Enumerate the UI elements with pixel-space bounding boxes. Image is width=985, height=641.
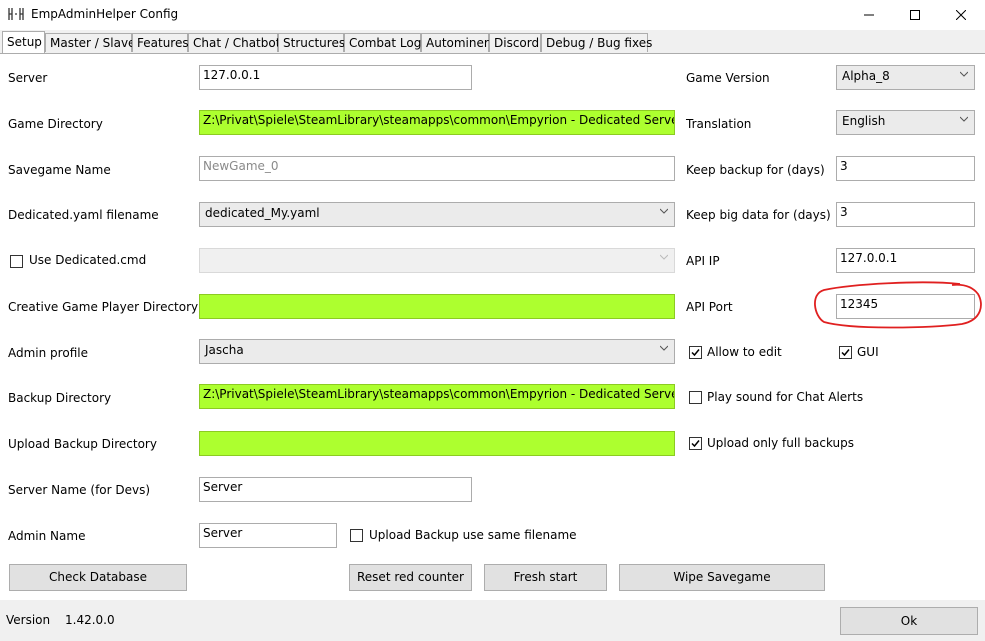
play-sound-checkbox[interactable] [689,391,702,404]
close-icon [956,10,966,20]
checkmark-icon [691,440,700,448]
admin-profile-value: Jascha [205,343,244,357]
fresh-start-button[interactable]: Fresh start [484,564,607,591]
chevron-down-icon [660,254,668,260]
ok-button[interactable]: Ok [840,607,978,635]
gui-checkbox[interactable] [839,346,852,359]
translation-value: English [842,114,886,128]
upload-same-filename-label: Upload Backup use same filename [369,528,577,542]
tab-features[interactable]: Features [132,33,189,52]
translation-combobox[interactable]: English [836,110,975,135]
backup-dir-input[interactable]: Z:\Privat\Spiele\SteamLibrary\steamapps\… [199,384,675,409]
annotation-circle [814,281,982,329]
minimize-button[interactable] [846,0,892,30]
maximize-icon [910,10,920,20]
chevron-down-icon [660,345,668,351]
savegame-name-input[interactable]: NewGame_0 [199,156,675,181]
minimize-icon [864,14,874,16]
server-name-devs-input[interactable]: Server [199,477,472,502]
upload-full-backups-label: Upload only full backups [707,436,854,450]
tab-autominer[interactable]: Autominer [421,33,489,52]
checkmark-icon [841,349,850,357]
upload-same-filename-checkbox[interactable] [350,529,363,542]
admin-profile-combobox[interactable]: Jascha [199,339,675,364]
tab-structures[interactable]: Structures [278,33,345,52]
chevron-down-icon [960,71,968,77]
admin-profile-label: Admin profile [8,346,88,360]
dedicated-yaml-combobox[interactable]: dedicated_My.yaml [199,202,675,227]
checkmark-icon [691,349,700,357]
chevron-down-icon [960,116,968,122]
keep-backup-label: Keep backup for (days) [686,163,825,177]
creative-dir-input[interactable] [199,294,675,319]
api-port-label: API Port [686,300,733,314]
allow-to-edit-checkbox[interactable] [689,346,702,359]
window-title: EmpAdminHelper Config [31,7,179,21]
version-label: Version [6,613,51,627]
creative-dir-label: Creative Game Player Directory [8,300,199,314]
admin-name-input[interactable]: Server [199,523,337,548]
dedicated-yaml-value: dedicated_My.yaml [205,206,320,220]
keep-backup-input[interactable]: 3 [836,156,975,181]
keep-big-data-label: Keep big data for (days) [686,208,831,222]
check-database-button[interactable]: Check Database [9,564,187,591]
game-directory-label: Game Directory [8,117,103,131]
wipe-savegame-button[interactable]: Wipe Savegame [619,564,825,591]
app-icon [8,8,24,20]
allow-to-edit-label: Allow to edit [707,345,782,359]
version-value: 1.42.0.0 [65,613,115,627]
game-version-combobox[interactable]: Alpha_8 [836,65,975,90]
game-directory-input[interactable]: Z:\Privat\Spiele\SteamLibrary\steamapps\… [199,110,675,135]
keep-big-data-input[interactable]: 3 [836,202,975,227]
tab-debug-bug-fixes[interactable]: Debug / Bug fixes [541,33,652,52]
server-input[interactable]: 127.0.0.1 [199,65,472,90]
reset-red-counter-button[interactable]: Reset red counter [349,564,472,591]
upload-backup-dir-label: Upload Backup Directory [8,437,157,451]
tab-chat-chatbot[interactable]: Chat / Chatbot [188,33,280,52]
backup-dir-label: Backup Directory [8,391,112,405]
upload-backup-dir-input[interactable] [199,431,675,456]
dedicated-cmd-combobox[interactable] [199,248,675,273]
tab-discord[interactable]: Discord [489,33,541,52]
use-dedicated-cmd-label: Use Dedicated.cmd [29,253,147,267]
admin-name-label: Admin Name [8,529,86,543]
close-button[interactable] [938,0,984,30]
api-ip-label: API IP [686,254,720,268]
upload-full-backups-checkbox[interactable] [689,437,702,450]
translation-label: Translation [686,117,752,131]
maximize-button[interactable] [892,0,938,30]
tab-strip: Setup Master / Slave Features Chat / Cha… [0,31,985,54]
play-sound-label: Play sound for Chat Alerts [707,390,864,404]
game-version-label: Game Version [686,71,770,85]
tab-master-slave[interactable]: Master / Slave [45,33,135,52]
dedicated-yaml-label: Dedicated.yaml filename [8,208,159,222]
use-dedicated-cmd-checkbox[interactable] [10,255,23,268]
game-version-value: Alpha_8 [842,69,890,83]
chevron-down-icon [660,208,668,214]
api-ip-input[interactable]: 127.0.0.1 [836,248,975,273]
savegame-name-label: Savegame Name [8,163,111,177]
tab-setup[interactable]: Setup [2,31,45,53]
server-label: Server [8,71,48,85]
gui-label: GUI [857,345,879,359]
server-name-devs-label: Server Name (for Devs) [8,483,151,497]
tab-combat-log[interactable]: Combat Log [344,33,421,52]
